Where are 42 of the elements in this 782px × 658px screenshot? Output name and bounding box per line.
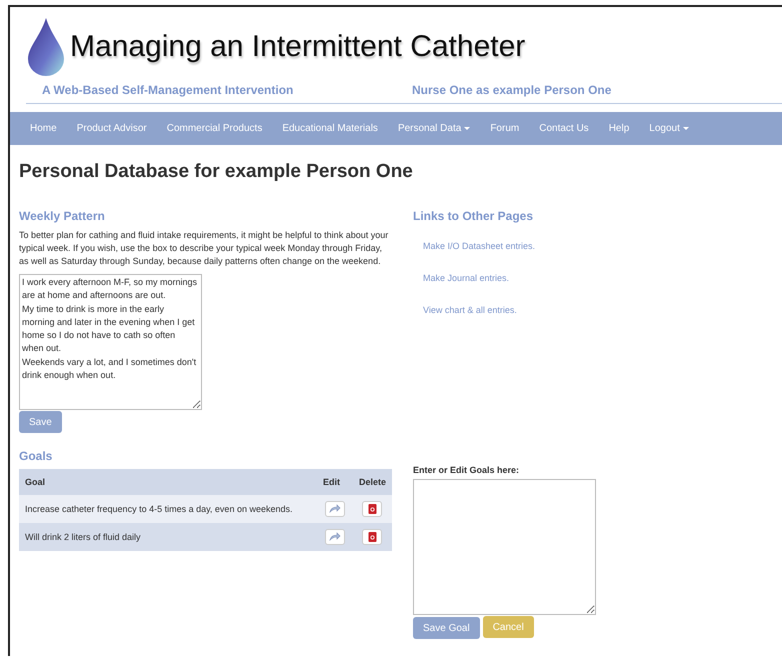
column-header: Goal: [19, 469, 317, 495]
column-header: Delete: [352, 469, 392, 495]
save-goal-button[interactable]: Save Goal: [413, 617, 480, 639]
field-label: Enter or Edit Goals here:: [413, 465, 520, 475]
nav-link[interactable]: Contact Us: [529, 123, 599, 134]
site-subtitle: A Web-Based Self-Management Intervention: [42, 83, 294, 97]
trash-icon: [368, 532, 377, 542]
droplet-icon: [26, 17, 66, 77]
arrow-icon: [328, 532, 341, 542]
nav-link[interactable]: Educational Materials: [272, 123, 388, 134]
nav-link[interactable]: Logout: [639, 123, 699, 134]
nav-link[interactable]: Forum: [480, 123, 530, 134]
page-link[interactable]: View chart & all entries.: [423, 305, 517, 315]
nav-link[interactable]: Commercial Products: [156, 123, 272, 134]
user-name: Nurse One as example Person One: [412, 83, 612, 97]
intro-paragraph: To better plan for cathing and fluid intake requirements, it might be helpful to think about your typical week. If you wish, use the box to describe your typical week Monday through Friday, as well as Saturday through Sunday, because daily patterns often change on the weekend.: [19, 229, 390, 268]
caret-icon: [464, 127, 470, 130]
column-header: Edit: [316, 469, 353, 495]
arrow-icon: [328, 504, 341, 514]
page-link[interactable]: Make Journal entries.: [423, 273, 510, 283]
page-link[interactable]: Make I/O Datasheet entries.: [423, 241, 536, 251]
cancel-button[interactable]: Cancel: [482, 616, 534, 638]
nav-link[interactable]: Personal Data: [388, 123, 480, 134]
nav-link[interactable]: Help: [598, 123, 640, 134]
section-heading: Goals: [19, 449, 54, 463]
delete-button[interactable]: [362, 529, 382, 545]
nav-link[interactable]: Product Advisor: [66, 123, 157, 134]
trash-icon: [368, 504, 377, 514]
pattern-textarea[interactable]: I work every afternoon M-F, so my mornings are at home and afternoons are out. My time to drink is more in the early morning and later in the evening when I get home so I do not have to cath so often when out. Weekends vary a lot, and I sometimes don't drink enough when out.: [19, 274, 202, 410]
edit-button[interactable]: [324, 501, 345, 517]
goal-textarea[interactable]: [413, 479, 596, 615]
page-title: Personal Database for example Person One: [19, 161, 414, 183]
save-button[interactable]: Save: [19, 411, 62, 433]
table-cell: Will drink 2 liters of fluid daily: [19, 523, 317, 551]
table-cell: Increase catheter frequency to 4-5 times a day, even on weekends.: [19, 495, 317, 523]
delete-button[interactable]: [362, 501, 382, 517]
edit-button[interactable]: [324, 529, 345, 545]
site-title: Managing an Intermittent Catheter: [70, 30, 526, 64]
caret-icon: [682, 127, 689, 130]
section-heading: Weekly Pattern: [19, 209, 106, 223]
section-heading: Links to Other Pages: [413, 209, 534, 223]
nav-link[interactable]: Home: [20, 123, 67, 134]
